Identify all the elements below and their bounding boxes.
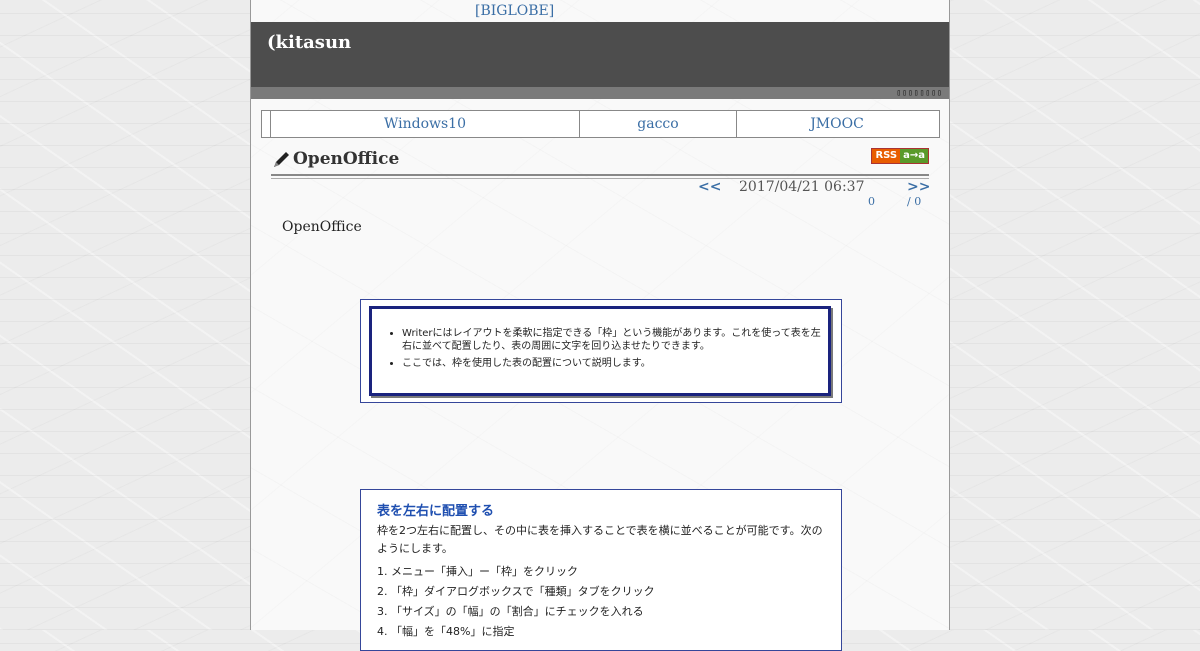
screenshot-1-item: Writerにはレイアウトを柔軟に指定できる「枠」という機能があります。これを使… bbox=[402, 327, 828, 353]
screenshot-2-step: 4. 「幅」を「48%」に指定 bbox=[377, 625, 515, 638]
screenshot-1-list: Writerにはレイアウトを柔軟に指定できる「枠」という機能があります。これを使… bbox=[372, 327, 828, 370]
header-strip: ▯▯▯▯▯▯▯▯ bbox=[251, 87, 949, 99]
rss-badge[interactable]: RSS a→a bbox=[871, 148, 929, 164]
rss-label: RSS bbox=[872, 149, 901, 163]
screenshot-1-frame: Writerにはレイアウトを柔軟に指定できる「枠」という機能があります。これを使… bbox=[369, 306, 831, 396]
comment-count[interactable]: 0 bbox=[868, 195, 875, 208]
nav-item-gacco[interactable]: gacco bbox=[580, 111, 737, 137]
nav-item-jmooc[interactable]: JMOOC bbox=[737, 111, 937, 137]
strip-text: ▯▯▯▯▯▯▯▯ bbox=[896, 88, 943, 97]
nav-item-windows10[interactable]: Windows10 bbox=[271, 111, 580, 137]
entry-body-text: OpenOffice bbox=[282, 219, 362, 235]
prev-entry-link[interactable]: << bbox=[698, 179, 721, 195]
screenshot-1-item: ここでは、枠を使用した表の配置について説明します。 bbox=[402, 357, 828, 370]
screenshot-2-step: 1. メニュー「挿入」ー「枠」をクリック bbox=[377, 565, 578, 578]
screenshot-2-heading: 表を左右に配置する bbox=[377, 504, 495, 519]
nav-bar: Windows10 gacco JMOOC bbox=[261, 110, 940, 138]
trackback-count[interactable]: / 0 bbox=[907, 195, 921, 208]
biglobe-link[interactable]: [BIGLOBE] bbox=[475, 3, 554, 19]
nav-spacer bbox=[262, 111, 271, 137]
pencil-icon bbox=[271, 150, 291, 170]
screenshot-2-body: 枠を2つ左右に配置し、その中に表を挿入することで表を横に並べることが可能です。次… bbox=[377, 522, 829, 642]
screenshot-2-step: 3. 「サイズ」の「幅」の「割合」にチェックを入れる bbox=[377, 605, 644, 618]
blog-title[interactable]: (kitasun bbox=[267, 32, 351, 53]
screenshot-2-step: 2. 「枠」ダイアログボックスで「種類」タブをクリック bbox=[377, 585, 655, 598]
screenshot-image-2: 表を左右に配置する 枠を2つ左右に配置し、その中に表を挿入することで表を横に並べ… bbox=[360, 489, 842, 651]
rss-sub-label: a→a bbox=[900, 149, 928, 163]
entry-header: OpenOffice RSS a→a bbox=[271, 146, 929, 179]
next-entry-link[interactable]: >> bbox=[907, 179, 930, 195]
screenshot-image-1: Writerにはレイアウトを柔軟に指定できる「枠」という機能があります。これを使… bbox=[360, 299, 842, 403]
entry-datetime: 2017/04/21 06:37 bbox=[739, 179, 865, 195]
blog-header: (kitasun bbox=[251, 22, 949, 87]
screenshot-2-intro: 枠を2つ左右に配置し、その中に表を挿入することで表を横に並べることが可能です。次… bbox=[377, 524, 823, 555]
entry-title[interactable]: OpenOffice bbox=[293, 149, 399, 169]
top-link-bar: [BIGLOBE] bbox=[251, 0, 949, 22]
page-column: [BIGLOBE] (kitasun ▯▯▯▯▯▯▯▯ Windows10 ga… bbox=[250, 0, 950, 651]
